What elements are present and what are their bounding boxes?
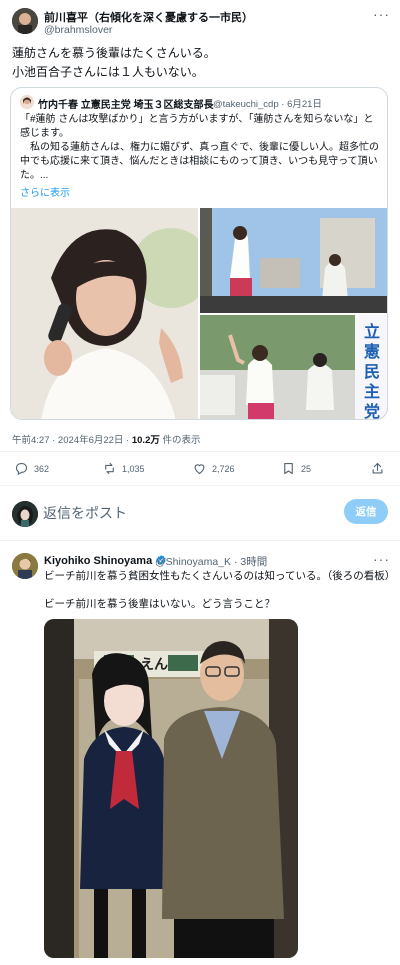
post-timestamp[interactable]: 午前4:27 · 2024年6月22日 ·: [12, 435, 132, 446]
reply-button[interactable]: 返信: [344, 499, 388, 524]
divider-top: [0, 451, 400, 452]
like-action[interactable]: 2,726: [192, 461, 235, 476]
like-count: 2,726: [212, 463, 235, 474]
author-name[interactable]: 前川喜平（右傾化を深く憂慮する一市民）: [44, 9, 253, 25]
view-count: 10.2万: [131, 435, 160, 446]
banner-char-5: 党: [364, 402, 380, 420]
view-count-suffix: 件の表示: [159, 435, 201, 446]
banner-char-3: 民: [364, 362, 380, 381]
heart-icon: [194, 464, 205, 475]
reply-author-avatar[interactable]: [12, 553, 38, 579]
author-avatar[interactable]: [12, 8, 38, 34]
author-handle[interactable]: @brahmslover: [44, 24, 112, 36]
post-text: 蓮舫さんを慕う後輩はたくさんいる。 小池百合子さんには１人もいない。: [12, 44, 216, 82]
bookmark-count: 25: [301, 463, 312, 474]
quote-photo-3[interactable]: 立 憲 民 主 党: [200, 315, 387, 420]
post-text-line2: 小池百合子さんには１人もいない。: [12, 65, 204, 79]
quote-photo-2[interactable]: [200, 208, 387, 313]
current-user-avatar[interactable]: [12, 501, 38, 527]
bookmark-action[interactable]: 25: [281, 461, 311, 476]
quoted-post[interactable]: 竹内千春 立憲民主党 埼玉３区総支部長 @takeuchi_cdp · 6月21…: [10, 87, 388, 420]
post-text-line1: 蓮舫さんを慕う後輩はたくさんいる。: [12, 46, 216, 60]
share-icon: [372, 462, 383, 474]
banner-char-4: 主: [364, 382, 380, 401]
quote-author-avatar: [20, 95, 34, 109]
quote-author-handle: @takeuchi_cdp · 6月21日: [213, 99, 322, 110]
reply-action[interactable]: 362: [14, 461, 49, 476]
divider-bottom: [0, 540, 400, 541]
reply-input[interactable]: 返信をポスト: [43, 503, 127, 523]
show-more-link[interactable]: さらに表示: [20, 184, 70, 199]
reply-author-handle[interactable]: @Shinoyama_K · 3時間: [155, 554, 267, 569]
quote-photo-1[interactable]: [11, 208, 198, 419]
repost-icon: [105, 462, 114, 475]
quote-text: 「#蓮舫 さんは攻撃ばかり」と言う方がいますが、「蓮舫さんを知らないな」と感じま…: [20, 114, 379, 181]
divider-mid: [0, 485, 400, 486]
repost-count: 1,035: [122, 463, 145, 474]
reply-count: 362: [34, 463, 50, 474]
bookmark-icon: [284, 462, 293, 475]
banner-char-2: 憲: [364, 342, 380, 361]
banner-char-1: 立: [364, 322, 380, 341]
quote-author-name: 竹内千春 立憲民主党 埼玉３区総支部長: [38, 100, 214, 111]
reply-text: ビーチ前川を慕う貧困女性もたくさんいるのは知っている。（後ろの看板） ビーチ前川…: [44, 569, 396, 612]
repost-action[interactable]: 1,035: [102, 461, 145, 476]
share-action[interactable]: [370, 461, 385, 476]
reply-author-name-text: Kiyohiko Shinoyama: [44, 555, 153, 567]
more-options-icon[interactable]: ···: [373, 6, 390, 22]
reply-text-line1: ビーチ前川を慕う貧困女性もたくさんいるのは知っている。（後ろの看板）: [44, 570, 396, 582]
reply-author-name[interactable]: Kiyohiko Shinoyama: [44, 554, 167, 567]
reply-photo[interactable]: えん: [44, 619, 298, 958]
reply-more-options-icon[interactable]: ···: [373, 551, 390, 567]
post-meta: 午前4:27 · 2024年6月22日 · 10.2万 件の表示: [12, 432, 201, 446]
reply-icon: [15, 462, 28, 476]
reply-text-line2: ビーチ前川を慕う後輩はいない。どう言うこと？: [44, 598, 275, 610]
